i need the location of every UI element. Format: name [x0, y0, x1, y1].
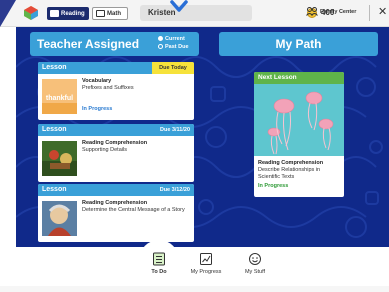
main-panel: Teacher Assigned Current Past Due My Pat… [16, 27, 389, 247]
radio-unselected-icon [158, 44, 163, 49]
divider [369, 5, 370, 21]
lesson-thumbnail: thankful [42, 79, 77, 114]
radio-selected-icon [158, 36, 163, 41]
due-badge: Due Today [152, 62, 194, 74]
arrow-down-icon [170, 0, 188, 12]
card-type: Lesson [42, 186, 67, 193]
nav-to-do[interactable]: To Do [134, 252, 184, 275]
card-type: Lesson [42, 64, 67, 71]
family-center-label: Family Center [320, 8, 357, 15]
family-center-button[interactable]: Family Center [306, 7, 356, 16]
next-lesson-title: Reading Comprehension [258, 160, 324, 166]
card-subtitle: Determine the Central Message of a Story [82, 207, 185, 213]
card-header: Lesson Due Today [38, 62, 194, 74]
top-left-corner [0, 0, 16, 27]
close-icon[interactable]: ✕ [378, 5, 387, 18]
card-status: In Progress [82, 106, 113, 112]
student-info-pill: Kristen 400 [140, 5, 334, 21]
filter-label: Past Due [165, 44, 189, 50]
card-title: Reading Comprehension [82, 200, 148, 206]
lesson-card[interactable]: Lesson Due 3/12/20 Reading Comprehension… [38, 184, 194, 242]
filter-label: Current [165, 36, 185, 42]
nav-my-progress[interactable]: My Progress [181, 252, 231, 275]
subject-label: Math [107, 10, 121, 17]
lesson-card[interactable]: Lesson Due Today thankful Vocabulary Pre… [38, 62, 194, 120]
assignment-filter: Current Past Due [158, 35, 189, 51]
progress-chart-icon [200, 253, 212, 265]
card-title: Reading Comprehension [82, 140, 148, 146]
calculator-icon [96, 10, 105, 17]
next-lesson-status: In Progress [258, 183, 289, 189]
next-lesson-header: Next Lesson [254, 72, 344, 84]
filter-past-due[interactable]: Past Due [158, 43, 189, 51]
jellyfish-image [254, 84, 344, 156]
card-type: Lesson [42, 126, 67, 133]
app-logo-icon[interactable] [24, 6, 38, 20]
section-title: My Path [275, 37, 322, 51]
card-subtitle: Prefixes and Suffixes [82, 85, 134, 91]
card-title: Vocabulary [82, 78, 112, 84]
subject-label: Reading [61, 10, 85, 17]
teacher-assigned-header: Teacher Assigned Current Past Due [30, 32, 199, 56]
book-icon [50, 10, 59, 17]
filter-current[interactable]: Current [158, 35, 189, 43]
bottom-edge [0, 286, 389, 292]
family-icon [306, 7, 318, 16]
lesson-card[interactable]: Lesson Due 3/11/20 Reading Comprehension… [38, 124, 194, 182]
section-title: Teacher Assigned [37, 37, 140, 51]
card-header: Lesson Due 3/12/20 [38, 184, 194, 196]
thumbnail-word: thankful [46, 95, 73, 102]
todo-list-icon [153, 252, 165, 266]
due-date: Due 3/11/20 [160, 127, 190, 133]
nav-my-stuff[interactable]: My Stuff [230, 252, 280, 275]
card-header: Lesson Due 3/11/20 [38, 124, 194, 136]
top-bar: Reading Math Kristen 400 Family Center ✕ [0, 0, 389, 27]
due-date: Due 3/12/20 [159, 187, 190, 193]
nav-label: To Do [151, 269, 167, 275]
next-lesson-label: Next Lesson [258, 74, 297, 81]
my-path-header: My Path [219, 32, 378, 56]
subject-tab-reading[interactable]: Reading [47, 7, 89, 20]
subject-tab-math[interactable]: Math [92, 7, 128, 20]
next-lesson-subtitle: Describe Relationships in Scientific Tex… [258, 167, 321, 180]
lesson-thumbnail [42, 201, 77, 236]
nav-label: My Progress [190, 269, 222, 275]
card-subtitle: Supporting Details [82, 147, 127, 153]
nav-label: My Stuff [244, 269, 266, 275]
lesson-thumbnail [42, 141, 77, 176]
smiley-icon [249, 253, 261, 265]
next-lesson-card[interactable]: Next Lesson Reading Comprehension Descri… [254, 72, 344, 197]
